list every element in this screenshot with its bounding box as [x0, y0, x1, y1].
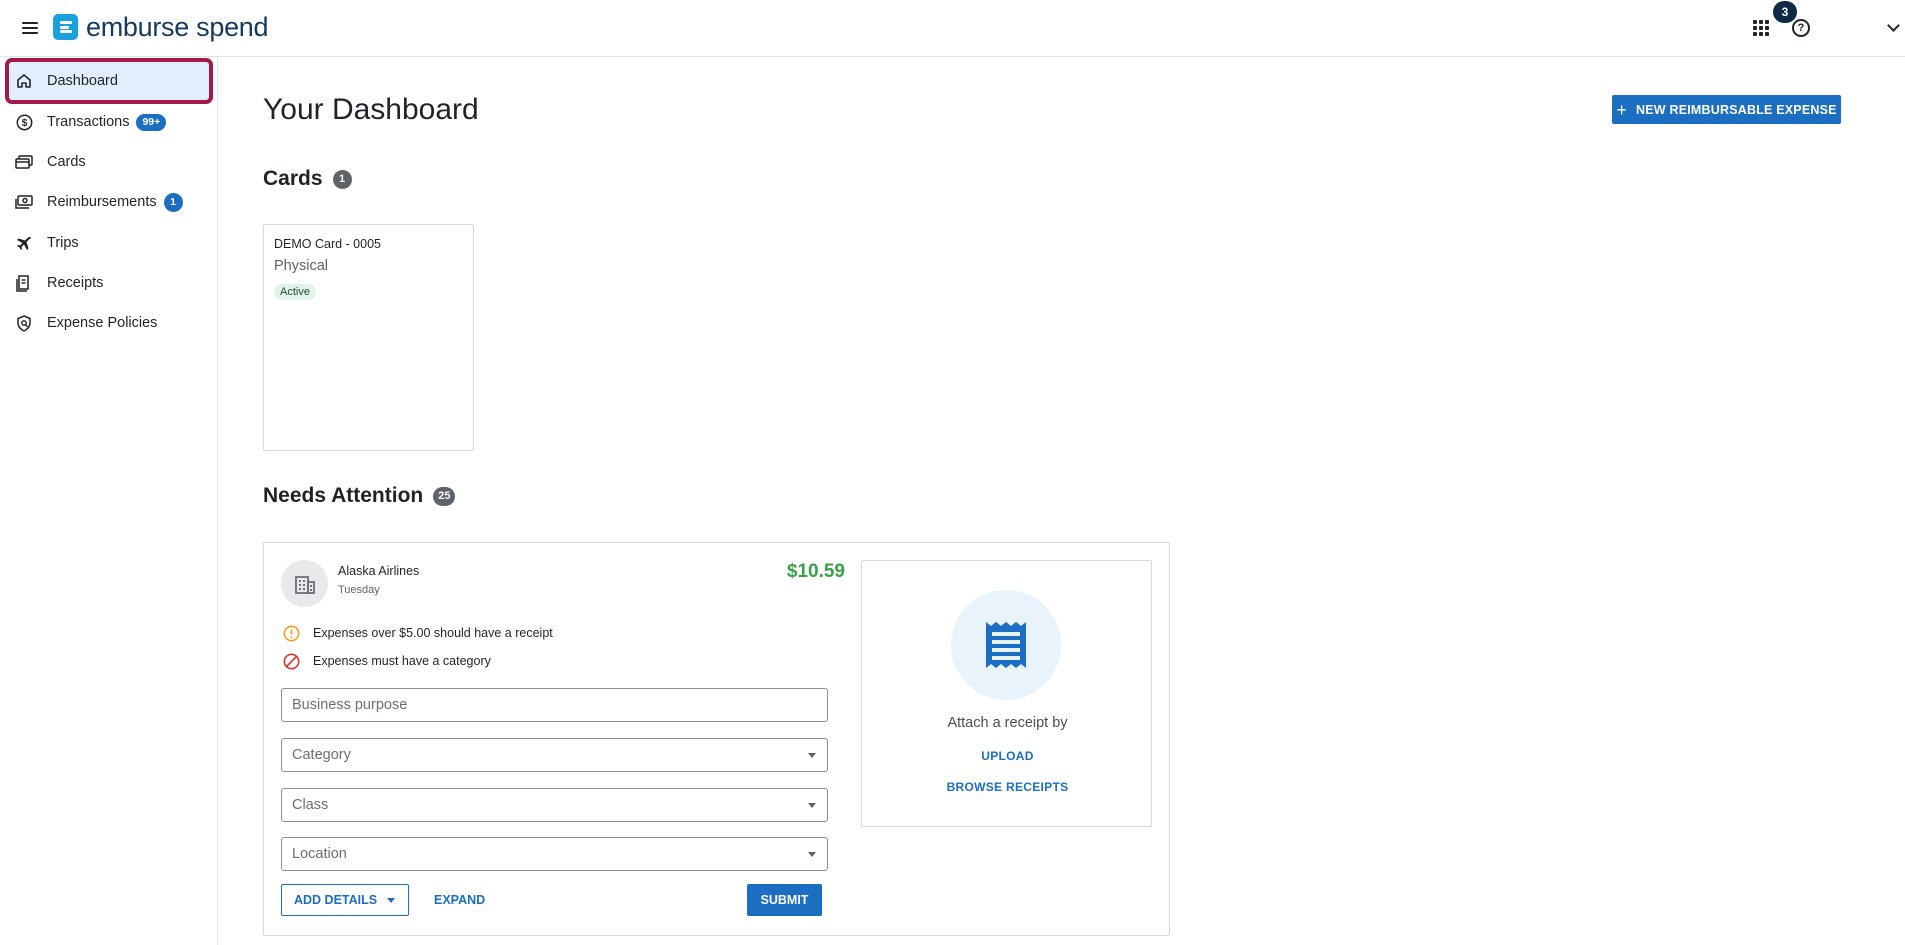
business-purpose-placeholder: Business purpose	[292, 697, 408, 713]
sidebar-item-reimbursements[interactable]: Reimbursements 1	[8, 182, 210, 222]
brand-logo[interactable]: emburse spend	[53, 11, 269, 42]
expand-link[interactable]: EXPAND	[434, 893, 485, 907]
upload-link[interactable]: UPLOAD	[862, 749, 1153, 763]
dollar-circle-icon: $	[15, 113, 33, 131]
add-details-label: ADD DETAILS	[294, 893, 378, 907]
warning-text: Expenses over $5.00 should have a receip…	[313, 626, 553, 640]
new-expense-label: NEW REIMBURSABLE EXPENSE	[1636, 102, 1837, 117]
transaction-amount: $10.59	[786, 561, 845, 582]
location-placeholder: Location	[292, 846, 347, 862]
chevron-down-icon	[808, 753, 816, 758]
cards-count-badge: 1	[332, 169, 352, 189]
warning-text: Expenses must have a category	[313, 654, 491, 668]
submit-button[interactable]: SUBMIT	[747, 884, 822, 916]
category-select[interactable]: Category	[281, 738, 828, 772]
sidebar-item-transactions[interactable]: $ Transactions 99+	[8, 102, 210, 142]
cash-icon	[15, 193, 33, 211]
sidebar-item-label: Cards	[47, 154, 86, 170]
browse-receipts-link[interactable]: BROWSE RECEIPTS	[862, 780, 1153, 794]
sidebar: Dashboard $ Transactions 99+ Cards Reimb…	[0, 57, 218, 945]
location-select[interactable]: Location	[281, 837, 828, 871]
new-reimbursable-expense-button[interactable]: + NEW REIMBURSABLE EXPENSE	[1612, 95, 1841, 124]
transaction-date: Tuesday	[338, 584, 380, 596]
help-icon[interactable]: ?	[1792, 19, 1810, 37]
card-status-badge: Active	[274, 284, 316, 300]
needs-attention-heading: Needs Attention	[263, 484, 424, 507]
plus-icon: +	[1616, 99, 1628, 120]
shield-icon	[15, 314, 33, 332]
needs-attention-section-title: Needs Attention 25	[263, 484, 456, 508]
building-icon	[281, 560, 328, 607]
merchant-name: Alaska Airlines	[338, 564, 420, 578]
receipt-attach-panel: Attach a receipt by UPLOAD BROWSE RECEIP…	[861, 560, 1152, 827]
page-title: Your Dashboard	[263, 93, 479, 126]
sidebar-item-label: Reimbursements	[47, 194, 157, 210]
receipt-caption: Attach a receipt by	[947, 715, 1068, 731]
home-icon	[15, 72, 33, 90]
emburse-logo-icon	[53, 14, 78, 40]
main-content: Your Dashboard + NEW REIMBURSABLE EXPENS…	[219, 57, 1905, 945]
sidebar-item-expense-policies[interactable]: Expense Policies	[8, 303, 210, 343]
prohibited-icon	[282, 652, 300, 670]
warning-circle-icon	[282, 624, 300, 642]
notification-badge[interactable]: 3	[1773, 1, 1797, 23]
brand-name: emburse spend	[86, 11, 269, 42]
cards-section-title: Cards 1	[263, 167, 352, 191]
card-name: DEMO Card - 0005	[274, 237, 381, 251]
sidebar-item-dashboard[interactable]: Dashboard	[5, 58, 213, 104]
airplane-icon	[15, 234, 33, 252]
sidebar-item-receipts[interactable]: Receipts	[8, 263, 210, 303]
needs-attention-count-badge: 25	[433, 486, 456, 506]
business-purpose-field[interactable]: Business purpose	[281, 688, 828, 722]
apps-grid-icon[interactable]	[1753, 20, 1769, 36]
sidebar-item-trips[interactable]: Trips	[8, 223, 210, 263]
sidebar-item-label: Receipts	[47, 275, 104, 291]
needs-attention-item: Alaska Airlines Tuesday $10.59 Expenses …	[263, 542, 1170, 936]
transactions-count-badge: 99+	[136, 113, 167, 131]
category-placeholder: Category	[292, 747, 351, 763]
category-warning: Expenses must have a category	[282, 652, 491, 670]
menu-icon[interactable]	[18, 17, 42, 41]
sidebar-item-label: Expense Policies	[47, 315, 158, 331]
class-placeholder: Class	[292, 797, 329, 813]
sidebar-item-cards[interactable]: Cards	[8, 142, 210, 182]
top-bar: emburse spend 3 ?	[0, 0, 1905, 57]
receipt-icon	[15, 274, 33, 292]
cards-heading: Cards	[263, 167, 323, 190]
card-tile[interactable]: DEMO Card - 0005 Physical Active	[263, 224, 474, 451]
sidebar-item-label: Transactions	[47, 114, 130, 130]
receipt-icon	[951, 590, 1061, 700]
svg-text:$: $	[21, 118, 27, 129]
card-type: Physical	[274, 258, 328, 274]
class-select[interactable]: Class	[281, 788, 828, 822]
account-chevron-down-icon[interactable]	[1887, 19, 1900, 32]
sidebar-item-label: Trips	[47, 235, 79, 251]
reimbursements-count-badge: 1	[163, 192, 183, 212]
chevron-down-icon	[808, 803, 816, 808]
sidebar-item-label: Dashboard	[47, 73, 118, 89]
cards-icon	[15, 153, 33, 171]
receipt-warning: Expenses over $5.00 should have a receip…	[282, 624, 553, 642]
chevron-down-icon	[387, 897, 396, 903]
chevron-down-icon	[808, 852, 816, 857]
add-details-button[interactable]: ADD DETAILS	[281, 884, 409, 916]
